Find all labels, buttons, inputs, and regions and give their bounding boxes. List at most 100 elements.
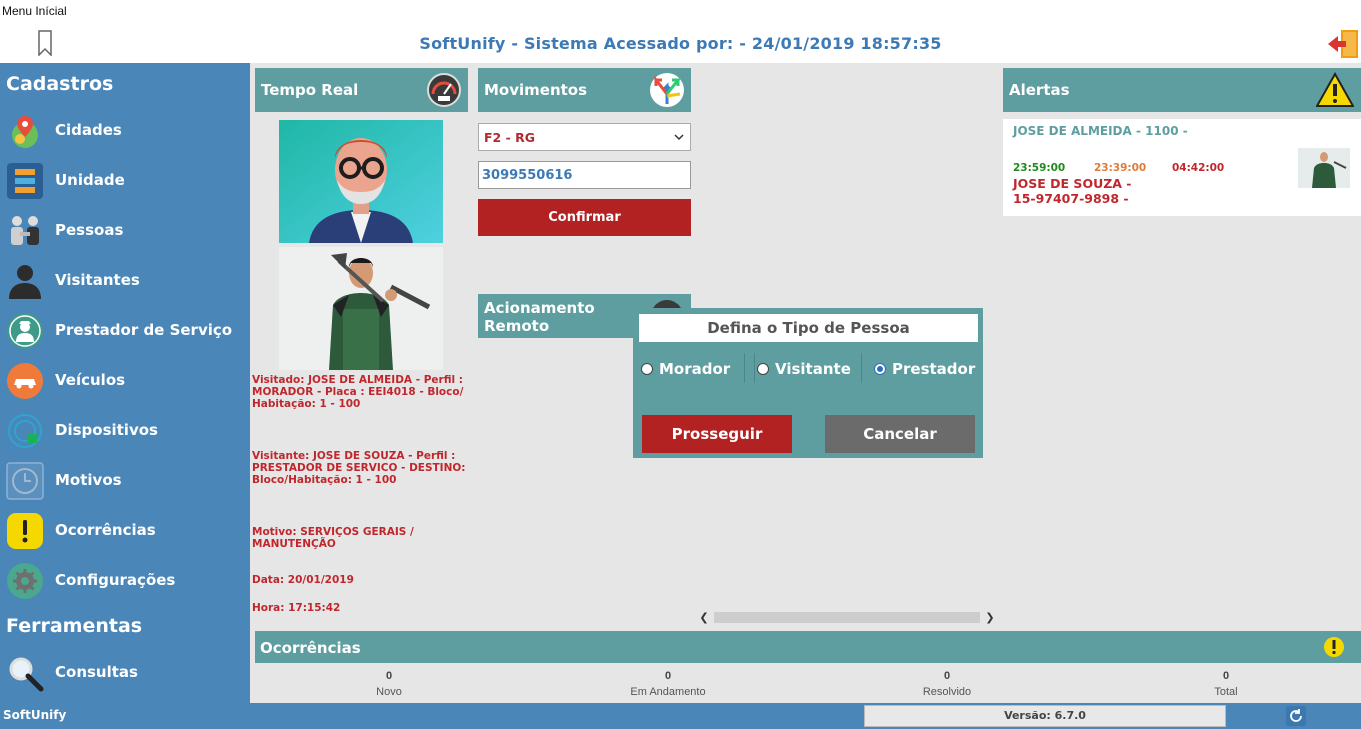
stat-novo: 0 Novo — [309, 670, 469, 698]
stat-label: Resolvido — [922, 686, 972, 698]
stat-value: 0 — [385, 670, 393, 682]
radio-prestador[interactable]: Prestador — [874, 360, 979, 380]
radio-label: Prestador — [892, 360, 976, 378]
document-number-input[interactable] — [478, 161, 691, 189]
sidebar-item-label: Dispositivos — [55, 421, 158, 439]
sidebar-item-label: Visitantes — [55, 271, 140, 289]
sidebar-item-label: Veículos — [55, 371, 126, 389]
app-title: SoftUnify - Sistema Acessado por: - 24/0… — [419, 34, 942, 53]
movement-arrows-icon — [650, 73, 684, 107]
sidebar-item-consultas[interactable]: Consultas — [0, 649, 250, 695]
movimentos-title: Movimentos — [484, 81, 588, 99]
exit-door-icon[interactable] — [1326, 29, 1360, 59]
realtime-panel-header: Tempo Real — [255, 68, 468, 112]
clock-icon — [6, 462, 44, 500]
alert-time-limit: 23:39:00 — [1094, 162, 1147, 174]
version-label: Versão: 6.7.0 — [864, 705, 1226, 727]
sidebar-item-label: Consultas — [55, 663, 138, 681]
scroll-left-arrow-icon[interactable]: ❮ — [696, 609, 712, 626]
sidebar: Cadastros Cidades Unidade Pessoas Visita… — [0, 63, 250, 703]
building-icon — [7, 163, 43, 199]
divider — [744, 353, 745, 383]
worker-icon — [7, 313, 43, 349]
section-ferramentas: Ferramentas — [6, 615, 143, 637]
sidebar-item-label: Configurações — [55, 571, 176, 589]
divider — [754, 353, 755, 383]
speedometer-icon — [427, 73, 461, 107]
sidebar-item-cidades[interactable]: Cidades — [0, 107, 250, 153]
alert-time-entry: 23:59:00 — [1013, 162, 1066, 174]
sidebar-item-veiculos[interactable]: Veículos — [0, 357, 250, 403]
visitor-icon — [9, 265, 41, 299]
visitado-info: Visitado: JOSE DE ALMEIDA - Perfil : MOR… — [252, 374, 464, 410]
stat-label: Em Andamento — [630, 686, 706, 698]
sidebar-item-visitantes[interactable]: Visitantes — [0, 257, 250, 303]
stat-label: Novo — [376, 686, 402, 698]
ocorrencias-title: Ocorrências — [260, 639, 361, 657]
visitante-info: Visitante: JOSE DE SOUZA - Perfil : PRES… — [252, 450, 466, 486]
radio-circle[interactable] — [757, 363, 769, 375]
sidebar-item-pessoas[interactable]: Pessoas — [0, 207, 250, 253]
stat-value: 0 — [664, 670, 672, 682]
motivo-info: Motivo: SERVIÇOS GERAIS / MANUTENÇÃO — [252, 526, 414, 550]
refresh-icon[interactable] — [1286, 706, 1306, 726]
section-cadastros: Cadastros — [6, 73, 114, 95]
sidebar-item-label: Cidades — [55, 121, 122, 139]
movimentos-panel-header: Movimentos — [478, 68, 691, 112]
chevron-down-icon — [674, 134, 684, 141]
alert-card[interactable]: JOSE DE ALMEIDA - 1100 - 23:59:00 23:39:… — [1003, 119, 1361, 216]
acionamento-title: Acionamento Remoto — [484, 299, 595, 335]
gear-icon — [7, 563, 43, 599]
map-pin-icon — [12, 116, 38, 148]
sidebar-item-label: Prestador de Serviço — [55, 321, 233, 339]
horizontal-scrollbar[interactable]: ❮ ❯ — [696, 609, 998, 626]
alert-visitor-name: JOSE DE SOUZA - — [1013, 176, 1132, 191]
radio-label: Visitante — [775, 360, 851, 378]
radio-label: Morador — [659, 360, 731, 378]
divider — [861, 353, 862, 383]
sidebar-item-ocorrencias[interactable]: Ocorrências — [0, 507, 250, 553]
radio-circle[interactable] — [641, 363, 653, 375]
warning-triangle-icon — [1316, 72, 1354, 107]
sidebar-item-configuracoes[interactable]: Configurações — [0, 557, 250, 603]
sidebar-item-dispositivos[interactable]: Dispositivos — [0, 407, 250, 453]
document-type-select[interactable]: F2 - RG — [478, 123, 691, 151]
person-type-dialog: Defina o Tipo de Pessoa Morador Visitant… — [633, 308, 983, 458]
stat-em-andamento: 0 Em Andamento — [588, 670, 748, 698]
car-icon — [7, 363, 43, 399]
sidebar-item-label: Motivos — [55, 471, 122, 489]
alertas-title: Alertas — [1009, 81, 1070, 99]
device-icon — [8, 414, 42, 448]
status-bar: SoftUnify Versão: 6.7.0 — [0, 703, 1361, 729]
sidebar-item-label: Ocorrências — [55, 521, 156, 539]
sidebar-item-unidade[interactable]: Unidade — [0, 157, 250, 203]
proceed-button[interactable]: Prosseguir — [642, 415, 792, 453]
window-title: Menu Inícial — [2, 4, 67, 18]
data-info: Data: 20/01/2019 — [252, 574, 354, 586]
cancel-button[interactable]: Cancelar — [825, 415, 975, 453]
alert-visitor-thumbnail — [1298, 148, 1350, 188]
radio-circle-selected[interactable] — [874, 363, 886, 375]
alert-time-elapsed: 04:42:00 — [1172, 162, 1225, 174]
alertas-panel-header: Alertas — [1003, 68, 1361, 112]
hora-info: Hora: 17:15:42 — [252, 602, 341, 614]
magnifier-icon — [9, 657, 44, 692]
stat-value: 0 — [1222, 670, 1230, 682]
alert-resident: JOSE DE ALMEIDA - 1100 - — [1013, 124, 1188, 138]
sidebar-item-prestador[interactable]: Prestador de Serviço — [0, 307, 250, 353]
dialog-title: Defina o Tipo de Pessoa — [639, 314, 978, 342]
status-brand: SoftUnify — [3, 708, 67, 722]
radio-morador[interactable]: Morador — [641, 360, 741, 380]
resident-photo — [279, 120, 443, 243]
confirm-button[interactable]: Confirmar — [478, 199, 691, 236]
warning-icon — [1324, 637, 1344, 657]
stat-value: 0 — [943, 670, 951, 682]
scroll-right-arrow-icon[interactable]: ❯ — [982, 609, 998, 626]
sidebar-item-label: Unidade — [55, 171, 125, 189]
stat-resolvido: 0 Resolvido — [867, 670, 1027, 698]
ocorrencias-panel-header: Ocorrências — [255, 631, 1361, 663]
radio-visitante[interactable]: Visitante — [757, 360, 867, 380]
scroll-thumb[interactable] — [714, 612, 980, 623]
sidebar-item-label: Pessoas — [55, 221, 124, 239]
sidebar-item-motivos[interactable]: Motivos — [0, 457, 250, 503]
